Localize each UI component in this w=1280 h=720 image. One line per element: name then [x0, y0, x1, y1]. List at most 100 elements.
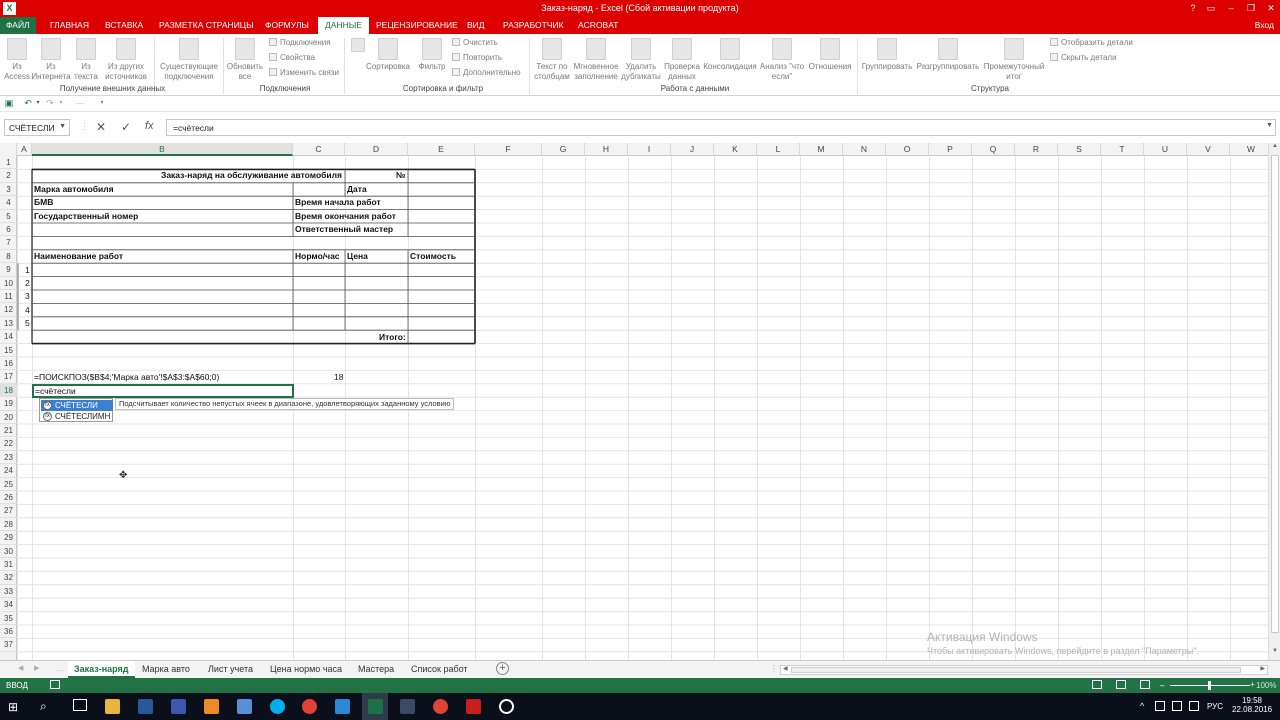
- keyboard-icon[interactable]: [1189, 701, 1199, 711]
- more-sheets-icon[interactable]: …: [56, 664, 64, 673]
- tab-developer[interactable]: РАЗРАБОТЧИК: [503, 17, 564, 34]
- from-other-sources-button[interactable]: Из других источников: [102, 38, 150, 82]
- touch-mode-icon[interactable]: ⋯: [74, 98, 86, 109]
- row-header-14[interactable]: 14: [0, 330, 17, 344]
- row-header-26[interactable]: 26: [0, 491, 17, 505]
- row-header-12[interactable]: 12: [0, 303, 17, 317]
- row-header-13[interactable]: 13: [0, 317, 17, 331]
- row-header-36[interactable]: 36: [0, 625, 17, 639]
- volume-icon[interactable]: [1172, 701, 1182, 711]
- properties-button[interactable]: Свойства: [269, 53, 315, 63]
- chrome-icon[interactable]: [302, 699, 317, 714]
- row-header-16[interactable]: 16: [0, 357, 17, 371]
- expand-formula-bar-icon[interactable]: ▼: [1266, 122, 1273, 129]
- sheet-tab-works[interactable]: Список работ: [405, 661, 474, 678]
- cell-c6-master[interactable]: Ответственный мастер: [295, 223, 393, 236]
- gear-app-icon[interactable]: [237, 699, 252, 714]
- column-header-d[interactable]: D: [345, 143, 408, 156]
- cell-d8-price[interactable]: Цена: [347, 250, 368, 263]
- cell-d3-date[interactable]: Дата: [347, 183, 367, 196]
- remove-duplicates-button[interactable]: Удалить дубликаты: [621, 38, 661, 82]
- subtotal-button[interactable]: Промежуточный итог: [982, 38, 1046, 82]
- customize-qat-icon[interactable]: ▾: [96, 98, 108, 109]
- search-icon[interactable]: ⌕: [40, 699, 47, 714]
- from-access-button[interactable]: Из Access: [2, 38, 32, 82]
- close-icon[interactable]: ✕: [1262, 1, 1280, 16]
- cell-b2-title[interactable]: Заказ-наряд на обслуживание автомобиля: [161, 169, 342, 182]
- next-sheet-icon[interactable]: ▶: [34, 664, 39, 672]
- chevron-down-icon[interactable]: ▼: [59, 123, 66, 130]
- row-header-15[interactable]: 15: [0, 344, 17, 357]
- task-view-icon[interactable]: [73, 699, 87, 711]
- chrome-icon-2[interactable]: [433, 699, 448, 714]
- row-header-28[interactable]: 28: [0, 518, 17, 532]
- tab-data[interactable]: ДАННЫЕ: [318, 17, 369, 34]
- text-to-columns-button[interactable]: Текст по столбцам: [532, 38, 572, 82]
- existing-connections-button[interactable]: Существующие подключения: [158, 38, 220, 82]
- column-header-b[interactable]: B: [32, 143, 293, 156]
- row-header-33[interactable]: 33: [0, 585, 17, 599]
- cell-d14-total[interactable]: Итого:: [379, 331, 406, 344]
- save-icon[interactable]: ▣: [3, 98, 15, 109]
- cell-c4-start-time[interactable]: Время начала работ: [295, 196, 381, 209]
- select-all-corner[interactable]: [0, 143, 17, 156]
- column-header-u[interactable]: U: [1144, 143, 1187, 156]
- app-icon[interactable]: [499, 699, 514, 714]
- column-header-h[interactable]: H: [585, 143, 628, 156]
- scroll-up-icon[interactable]: ▲: [1270, 143, 1280, 153]
- relationships-button[interactable]: Отношения: [807, 38, 853, 72]
- sheet-tab-order[interactable]: Заказ-наряд: [68, 661, 135, 678]
- row-header-34[interactable]: 34: [0, 598, 17, 612]
- column-header-r[interactable]: R: [1015, 143, 1058, 156]
- column-header-g[interactable]: G: [542, 143, 585, 156]
- cell-a17-formula[interactable]: =ПОИСКПОЗ($B$4;'Марка авто'!$A$3:$A$60;0…: [34, 371, 219, 384]
- page-layout-view-icon[interactable]: [1116, 680, 1126, 689]
- row-header-10[interactable]: 10: [0, 277, 17, 290]
- refresh-all-button[interactable]: Обновить все: [226, 38, 264, 82]
- sheet-tab-norm-price[interactable]: Цена нормо часа: [264, 661, 348, 678]
- tab-page-layout[interactable]: РАЗМЕТКА СТРАНИЦЫ: [159, 17, 254, 34]
- cell-a18-active[interactable]: =счётесли: [32, 384, 294, 398]
- row-header-37[interactable]: 37: [0, 638, 17, 652]
- row-header-8[interactable]: 8: [0, 250, 17, 264]
- cell-b8-work-name[interactable]: Наименование работ: [34, 250, 123, 263]
- column-header-k[interactable]: K: [714, 143, 757, 156]
- scroll-down-icon[interactable]: ▼: [1270, 648, 1280, 658]
- row-header-6[interactable]: 6: [0, 223, 17, 237]
- tab-review[interactable]: РЕЦЕНЗИРОВАНИЕ: [376, 17, 458, 34]
- column-header-m[interactable]: M: [800, 143, 843, 156]
- row-header-31[interactable]: 31: [0, 558, 17, 572]
- column-header-j[interactable]: J: [671, 143, 714, 156]
- row-header-29[interactable]: 29: [0, 531, 17, 545]
- show-detail-button[interactable]: Отобразить детали: [1050, 38, 1133, 48]
- prev-sheet-icon[interactable]: ◀: [18, 664, 23, 672]
- row-header-7[interactable]: 7: [0, 236, 17, 250]
- row-header-19[interactable]: 19: [0, 397, 17, 411]
- enter-icon[interactable]: ✓: [121, 120, 131, 134]
- column-header-e[interactable]: E: [408, 143, 475, 156]
- clock[interactable]: 19:58 22.08.2016: [1232, 696, 1272, 714]
- column-header-f[interactable]: F: [475, 143, 542, 156]
- cell-c5-end-time[interactable]: Время окончания работ: [295, 210, 396, 223]
- cell-b3-car-brand[interactable]: Марка автомобиля: [34, 183, 114, 196]
- formula-bar-grip[interactable]: ⋮: [80, 121, 89, 132]
- zoom-level[interactable]: 100%: [1256, 681, 1276, 690]
- hide-detail-button[interactable]: Скрыть детали: [1050, 53, 1117, 63]
- cell-a11[interactable]: 3: [25, 290, 30, 303]
- zoom-in-icon[interactable]: +: [1250, 680, 1255, 689]
- row-header-11[interactable]: 11: [0, 290, 17, 304]
- network-icon[interactable]: [1155, 701, 1165, 711]
- cell-d2-number[interactable]: №: [396, 169, 405, 182]
- autocomplete-item-countif[interactable]: fx СЧЁТЕСЛИ: [41, 400, 113, 411]
- sheet-tab-masters[interactable]: Мастера: [352, 661, 400, 678]
- redo-dropdown-icon[interactable]: ▾: [55, 98, 67, 109]
- row-header-3[interactable]: 3: [0, 183, 17, 197]
- advanced-filter-button[interactable]: Дополнительно: [452, 68, 521, 78]
- restore-icon[interactable]: ❐: [1242, 1, 1260, 16]
- row-header-27[interactable]: 27: [0, 504, 17, 518]
- row-header-4[interactable]: 4: [0, 196, 17, 210]
- macro-record-icon[interactable]: [50, 680, 60, 689]
- row-header-9[interactable]: 9: [0, 263, 17, 277]
- save-app-icon[interactable]: [171, 699, 186, 714]
- cell-a10[interactable]: 2: [25, 277, 30, 290]
